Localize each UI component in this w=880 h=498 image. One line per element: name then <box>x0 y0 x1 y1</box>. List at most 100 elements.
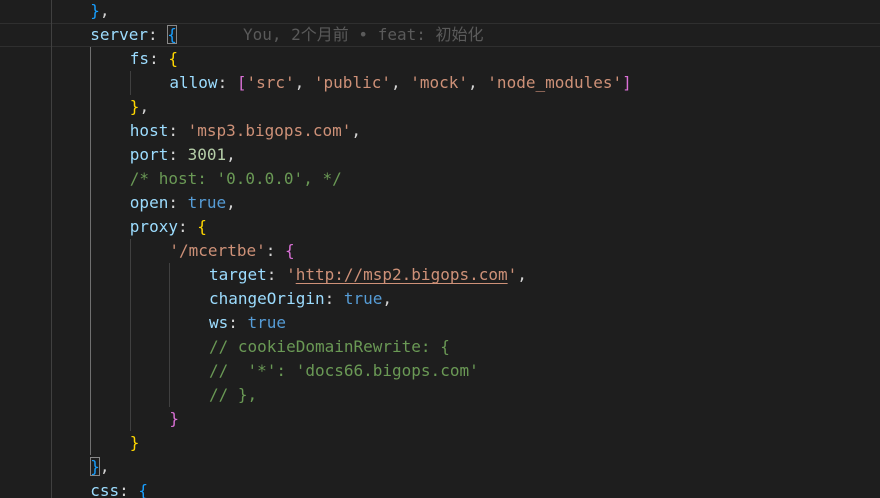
code-token: } <box>169 409 180 428</box>
code-token: ] <box>622 73 632 92</box>
indent-guide <box>90 407 92 431</box>
code-line[interactable]: target: 'http://msp2.bigops.com', <box>0 263 880 287</box>
code-token: : <box>119 481 139 498</box>
code-token: : <box>217 73 237 92</box>
code-token: 'mock' <box>410 73 469 92</box>
code-token: 'public' <box>313 73 391 92</box>
code-text: ws: true <box>209 311 286 335</box>
indent-guide <box>90 167 92 191</box>
code-line[interactable]: server: { You, 2个月前 • feat: 初始化 <box>0 23 880 47</box>
code-token: , <box>382 289 393 308</box>
code-line[interactable]: fs: { <box>0 47 880 71</box>
indent-guide <box>90 335 92 359</box>
code-text: host: 'msp3.bigops.com', <box>130 119 361 143</box>
url-link[interactable]: http://msp2.bigops.com <box>296 265 508 284</box>
code-token: // '*': 'docs66.bigops.com' <box>209 361 479 380</box>
code-token: } <box>90 1 100 20</box>
code-token: , <box>517 265 527 284</box>
code-line[interactable]: changeOrigin: true, <box>0 287 880 311</box>
code-line[interactable]: } <box>0 431 880 455</box>
indent-guide <box>50 287 52 311</box>
code-text: /* host: '0.0.0.0', */ <box>130 167 342 191</box>
code-text: } <box>130 431 140 455</box>
code-text: allow: ['src', 'public', 'mock', 'node_m… <box>169 71 631 95</box>
code-token: host <box>129 121 169 140</box>
indent-guide <box>50 191 52 215</box>
indent-guide <box>169 311 171 335</box>
indent-guide <box>90 359 92 383</box>
code-text: server: { <box>90 23 177 47</box>
code-text: open: true, <box>130 191 236 215</box>
code-line[interactable]: open: true, <box>0 191 880 215</box>
git-blame-annotation[interactable]: You, 2个月前 • feat: 初始化 <box>243 23 484 47</box>
code-token: , <box>390 73 411 92</box>
indent-guide <box>90 119 92 143</box>
code-line[interactable]: proxy: { <box>0 215 880 239</box>
code-text: changeOrigin: true, <box>209 287 392 311</box>
code-line[interactable]: }, <box>0 95 880 119</box>
code-line[interactable]: '/mcertbe': { <box>0 239 880 263</box>
indent-guide <box>50 47 52 71</box>
code-token: 'src' <box>246 73 295 92</box>
code-text: port: 3001, <box>130 143 236 167</box>
code-token: allow <box>169 73 218 92</box>
code-token: ws <box>209 313 229 332</box>
code-token: : <box>265 241 285 260</box>
code-line[interactable]: port: 3001, <box>0 143 880 167</box>
indent-guide <box>129 407 131 431</box>
indent-guide <box>50 167 52 191</box>
code-token: } <box>129 433 140 452</box>
code-line[interactable]: /* host: '0.0.0.0', */ <box>0 167 880 191</box>
code-line[interactable]: ws: true <box>0 311 880 335</box>
code-text: }, <box>90 455 109 479</box>
code-text: // '*': 'docs66.bigops.com' <box>209 359 479 383</box>
code-token: server <box>90 25 148 44</box>
code-token: 3001 <box>187 145 227 164</box>
indent-guide <box>90 431 92 455</box>
code-token: // cookieDomainRewrite: { <box>209 337 450 356</box>
code-token: : <box>168 193 188 212</box>
code-line[interactable]: // '*': 'docs66.bigops.com' <box>0 359 880 383</box>
code-token: changeOrigin <box>209 289 325 308</box>
indent-guide <box>50 0 52 23</box>
code-line[interactable]: host: 'msp3.bigops.com', <box>0 119 880 143</box>
indent-guide <box>90 95 92 119</box>
code-token: true <box>343 289 383 308</box>
indent-guide <box>129 287 131 311</box>
indent-guide <box>90 143 92 167</box>
code-token: : <box>177 217 198 236</box>
indent-guide <box>169 335 171 359</box>
indent-guide <box>50 431 52 455</box>
code-token: 'msp3.bigops.com' <box>187 121 352 140</box>
indent-guide <box>90 383 92 407</box>
code-token: , <box>468 73 488 92</box>
indent-guide <box>50 407 52 431</box>
code-line[interactable]: allow: ['src', 'public', 'mock', 'node_m… <box>0 71 880 95</box>
indent-guide <box>129 239 131 263</box>
indent-guide <box>90 287 92 311</box>
code-line[interactable]: } <box>0 407 880 431</box>
indent-guide <box>50 383 52 407</box>
code-token: { <box>168 49 178 68</box>
code-token: } <box>90 457 100 476</box>
indent-guide <box>90 47 92 71</box>
code-token: , <box>99 1 110 20</box>
code-token: ' <box>286 265 296 284</box>
code-line[interactable]: }, <box>0 0 880 23</box>
code-token: : <box>168 145 188 164</box>
indent-guide <box>90 311 92 335</box>
code-line[interactable]: }, <box>0 455 880 479</box>
code-line[interactable]: // }, <box>0 383 880 407</box>
code-token: ' <box>507 265 518 284</box>
code-line[interactable]: // cookieDomainRewrite: { <box>0 335 880 359</box>
indent-guide <box>50 311 52 335</box>
code-token: true <box>247 313 287 332</box>
indent-guide <box>129 71 131 95</box>
indent-guide <box>129 311 131 335</box>
code-token: // }, <box>209 385 258 404</box>
code-editor[interactable]: }, server: {You, 2个月前 • feat: 初始化 fs: {all… <box>0 0 880 498</box>
indent-guide <box>50 215 52 239</box>
code-token: 'node_modules' <box>487 73 623 92</box>
code-text: '/mcertbe': { <box>169 239 294 263</box>
code-line[interactable]: css: { <box>0 479 880 498</box>
